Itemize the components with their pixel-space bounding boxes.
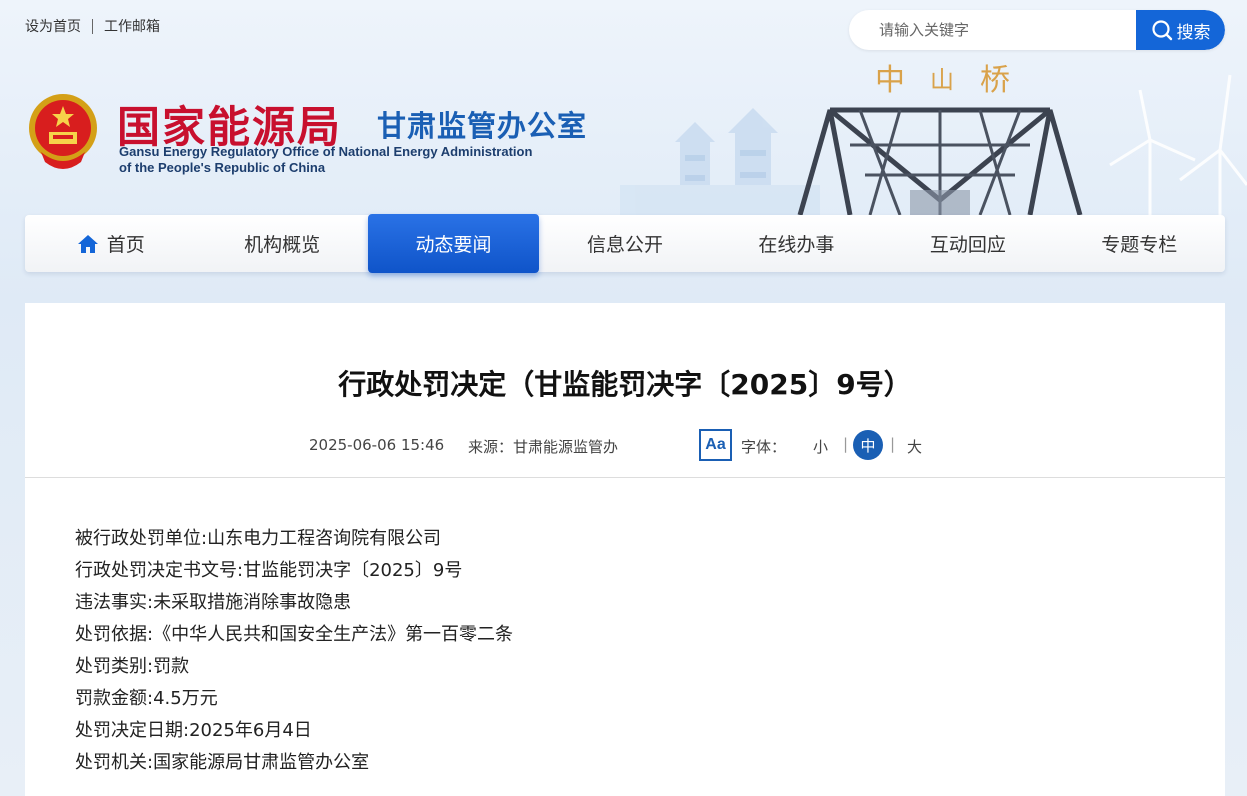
nav-item-home[interactable]: 首页 — [25, 215, 196, 272]
top-links-divider — [92, 18, 93, 34]
search-button-label: 搜索 — [1176, 22, 1211, 43]
search-box: 搜索 — [849, 10, 1225, 50]
font-size-separator: | — [843, 435, 849, 453]
nav-item-organization[interactable]: 机构概览 — [196, 215, 367, 272]
article-meta: 2025-06-06 15:46 来源：甘肃能源监管办 Aa 字体： 小 | 中… — [25, 429, 1225, 461]
top-links: 设为首页 工作邮箱 — [25, 16, 160, 36]
font-size-small-button[interactable]: 小 — [813, 436, 828, 457]
font-size-icon: Aa — [699, 429, 732, 461]
article-paragraph: 违法事实:未采取措施消除事故隐患 — [75, 592, 352, 613]
article-paragraph: 罚款金额:4.5万元 — [75, 688, 218, 709]
org-english-line-1: Gansu Energy Regulatory Office of Nation… — [119, 144, 533, 159]
nav-item-label: 专题专栏 — [1101, 234, 1178, 256]
page: 中 山 桥 设为首页 工作邮箱 请输入关键字 搜索 国家能源局 甘肃监管办公室 … — [0, 0, 1247, 796]
org-english-name: Gansu Energy Regulatory Office of Nation… — [119, 144, 532, 176]
org-english-line-2: of the People's Republic of China — [119, 160, 326, 175]
nav-item-interaction[interactable]: 互动回应 — [882, 215, 1053, 272]
article-paragraph: 被行政处罚单位:山东电力工程咨询院有限公司 — [75, 528, 442, 549]
nav-item-label: 在线办事 — [758, 234, 835, 256]
main-nav: 首页 机构概览 动态要闻 信息公开 在线办事 互动回应 专题专栏 — [25, 214, 1225, 273]
search-icon — [1151, 20, 1172, 41]
nav-item-label: 机构概览 — [244, 234, 321, 256]
font-size-label: 字体： — [741, 438, 787, 456]
national-emblem-icon[interactable] — [25, 90, 101, 172]
search-button[interactable]: 搜索 — [1136, 10, 1225, 50]
article-card: 行政处罚决定（甘监能罚决字〔2025〕9号） 2025-06-06 15:46 … — [25, 303, 1225, 796]
set-homepage-link[interactable]: 设为首页 — [25, 16, 81, 36]
article-paragraph: 处罚决定日期:2025年6月4日 — [75, 720, 312, 741]
article-source: 来源：甘肃能源监管办 — [468, 438, 619, 456]
font-size-separator: | — [890, 435, 896, 453]
nav-item-label: 动态要闻 — [415, 234, 492, 256]
svg-text:中: 中 — [875, 63, 905, 98]
home-icon — [77, 234, 98, 253]
meta-divider — [25, 477, 1225, 478]
org-subtitle: 甘肃监管办公室 — [377, 109, 588, 143]
nav-item-news[interactable]: 动态要闻 — [367, 214, 540, 273]
svg-text:桥: 桥 — [980, 63, 1010, 98]
article-body: 被行政处罚单位:山东电力工程咨询院有限公司 行政处罚决定书文号:甘监能罚决字〔2… — [75, 523, 513, 779]
search-input[interactable] — [849, 10, 1136, 50]
article-title: 行政处罚决定（甘监能罚决字〔2025〕9号） — [338, 368, 912, 401]
nav-item-special-topics[interactable]: 专题专栏 — [1054, 215, 1225, 272]
font-size-large-button[interactable]: 大 — [907, 436, 922, 457]
font-size-medium-button[interactable]: 中 — [853, 430, 883, 460]
nav-item-online-services[interactable]: 在线办事 — [711, 215, 882, 272]
article-paragraph: 处罚机关:国家能源局甘肃监管办公室 — [75, 752, 370, 773]
article-paragraph: 行政处罚决定书文号:甘监能罚决字〔2025〕9号 — [75, 560, 463, 581]
work-email-link[interactable]: 工作邮箱 — [104, 16, 160, 36]
nav-item-label: 首页 — [106, 234, 145, 256]
article-paragraph: 处罚类别:罚款 — [75, 656, 190, 677]
nav-item-label: 互动回应 — [929, 234, 1006, 256]
zhongshan-bridge-illustration: 中 山 桥 — [797, 63, 1083, 215]
svg-text:山: 山 — [930, 66, 954, 94]
publish-date: 2025-06-06 15:46 — [309, 436, 445, 454]
wind-turbines-illustration — [1109, 74, 1247, 215]
nav-item-information[interactable]: 信息公开 — [539, 215, 710, 272]
nav-item-label: 信息公开 — [586, 234, 663, 256]
article-paragraph: 处罚依据:《中华人民共和国安全生产法》第一百零二条 — [75, 624, 514, 645]
